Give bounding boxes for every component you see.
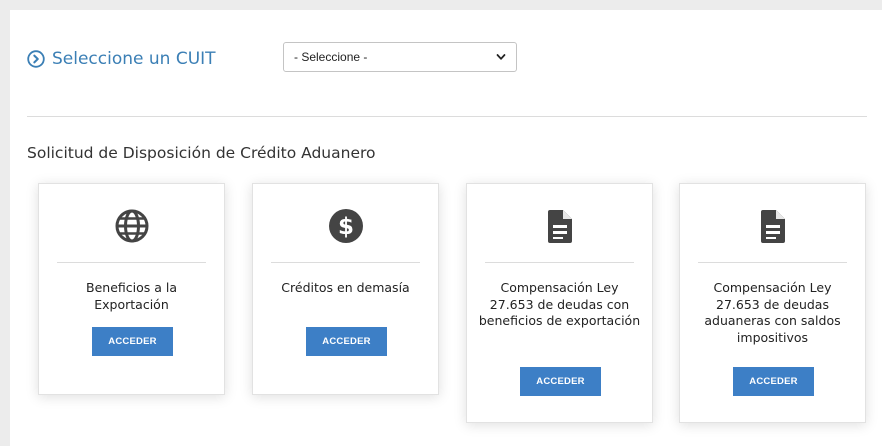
acceder-button[interactable]: ACCEDER (520, 367, 601, 396)
card-creditos-demasia: $ Créditos en demasía ACCEDER (252, 183, 439, 395)
card-separator (485, 262, 634, 263)
card-title: Créditos en demasía (281, 280, 410, 295)
card-title: Compensación Ley 27.653 de deudas aduane… (704, 280, 841, 345)
card-compensacion-saldos: Compensación Ley 27.653 de deudas aduane… (679, 183, 866, 423)
card-beneficios-exportacion: Beneficios a la Exportación ACCEDER (38, 183, 225, 395)
cuit-select-value: - Seleccione - (294, 50, 368, 64)
card-title: Compensación Ley 27.653 de deudas con be… (478, 280, 641, 328)
document-icon (547, 210, 572, 243)
card-separator (698, 262, 847, 263)
chevron-down-icon (496, 54, 506, 60)
acceder-button[interactable]: ACCEDER (92, 327, 173, 356)
dollar-circle-icon: $ (328, 209, 363, 243)
globe-icon (115, 209, 148, 243)
cuit-label: Seleccione un CUIT (27, 49, 216, 69)
cuit-select[interactable]: - Seleccione - (283, 42, 517, 72)
card-title: Beneficios a la Exportación (86, 280, 177, 312)
section-title: Solicitud de Disposición de Crédito Adua… (27, 144, 376, 162)
card-compensacion-exportacion: Compensación Ley 27.653 de deudas con be… (466, 183, 653, 423)
svg-text:$: $ (337, 214, 353, 240)
card-separator (57, 262, 206, 263)
chevron-right-circle-icon (27, 50, 45, 68)
acceder-button[interactable]: ACCEDER (733, 367, 814, 396)
section-divider (27, 116, 867, 117)
acceder-button[interactable]: ACCEDER (306, 327, 387, 356)
cuit-selector-row: Seleccione un CUIT - Seleccione - (27, 40, 847, 100)
card-separator (271, 262, 420, 263)
document-icon (760, 210, 785, 243)
cuit-label-text: Seleccione un CUIT (52, 49, 216, 69)
